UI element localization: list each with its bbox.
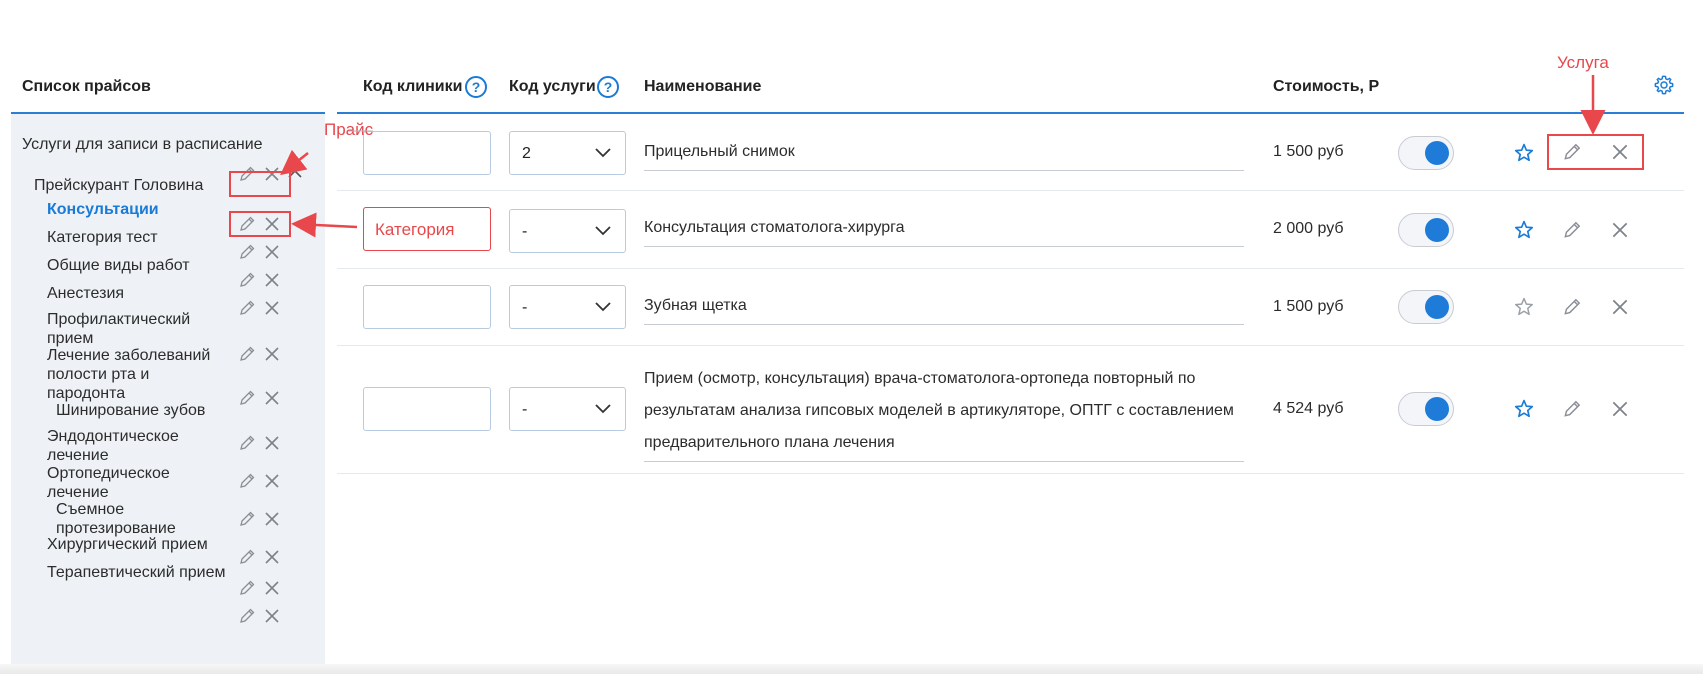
close-icon[interactable] [263, 243, 281, 261]
chevron-down-icon [595, 404, 611, 414]
pencil-icon[interactable] [238, 389, 256, 407]
close-icon[interactable] [1610, 399, 1630, 419]
pricelist-panel-header: Список прайсов [11, 68, 325, 114]
category-item[interactable]: Общие виды работ [47, 256, 190, 275]
toggle-knob [1425, 141, 1449, 165]
pencil-icon[interactable] [1562, 297, 1582, 317]
service-name-field[interactable]: Консультация стоматолога-хирурга [644, 212, 1244, 247]
pencil-icon[interactable] [238, 472, 256, 490]
name-header: Наименование [644, 78, 762, 95]
service-name-field[interactable]: Зубная щетка [644, 290, 1244, 325]
toggle-knob [1425, 295, 1449, 319]
service-code-value: - [522, 223, 528, 240]
service-enabled-toggle[interactable] [1398, 290, 1454, 324]
group-title[interactable]: Услуги для записи в расписание [22, 136, 263, 154]
pricelist-panel-title: Список прайсов [22, 78, 151, 95]
price-header: Стоимость, Р [1273, 78, 1380, 95]
toggle-knob [1425, 397, 1449, 421]
service-code-select[interactable]: - [509, 209, 626, 253]
category-item[interactable]: Лечение заболеваний полости рта и пародо… [47, 346, 222, 403]
clinic-code-input[interactable] [363, 387, 491, 431]
help-circle-icon[interactable]: ? [465, 76, 487, 98]
service-enabled-toggle[interactable] [1398, 213, 1454, 247]
clinic-code-input[interactable] [363, 285, 491, 329]
category-item[interactable]: Эндодонтическое лечение [47, 427, 222, 465]
pencil-icon[interactable] [238, 345, 256, 363]
pricelist-item[interactable]: Прейскурант Головина [34, 177, 203, 195]
category-item[interactable]: Съемное протезирование [56, 500, 222, 538]
pencil-icon[interactable] [238, 271, 256, 289]
close-icon[interactable] [1610, 297, 1630, 317]
pencil-icon[interactable] [238, 510, 256, 528]
pencil-icon[interactable] [238, 299, 256, 317]
star-icon[interactable] [1513, 219, 1535, 241]
bottom-edge [0, 664, 1703, 674]
category-item[interactable]: Терапевтический прием [47, 563, 226, 582]
close-icon[interactable] [263, 510, 281, 528]
close-icon[interactable] [263, 271, 281, 289]
category-item[interactable]: Шинирование зубов [56, 401, 205, 420]
service-name-field[interactable]: Прицельный снимок [644, 136, 1244, 171]
service-annotation-label: Услуга [1557, 53, 1609, 72]
table-row: - Консультация стоматолога-хирурга 2 000… [337, 192, 1684, 269]
pencil-icon[interactable] [238, 434, 256, 452]
category-item[interactable]: Ортопедическое лечение [47, 464, 222, 502]
service-code-value: - [522, 299, 528, 316]
pencil-icon[interactable] [1562, 399, 1582, 419]
pencil-icon[interactable] [238, 548, 256, 566]
star-icon[interactable] [1513, 142, 1535, 164]
pencil-icon[interactable] [238, 243, 256, 261]
close-icon[interactable] [263, 607, 281, 625]
service-price: 2 000 руб [1273, 220, 1344, 237]
service-name-field[interactable]: Прием (осмотр, консультация) врача-стома… [644, 363, 1244, 462]
price-annotation-label: Прайс [324, 120, 374, 139]
service-enabled-toggle[interactable] [1398, 136, 1454, 170]
service-price: 1 500 руб [1273, 143, 1344, 160]
help-circle-icon[interactable]: ? [597, 76, 619, 98]
close-icon[interactable] [263, 579, 281, 597]
service-code-select[interactable]: - [509, 285, 626, 329]
pricelist-actions-highlight [229, 171, 291, 197]
service-price: 4 524 руб [1273, 400, 1344, 417]
service-code-value: - [522, 401, 528, 418]
category-annotation-box [363, 207, 491, 251]
category-item[interactable]: Профилактический прием [47, 310, 222, 348]
category-actions-highlight [229, 211, 291, 237]
chevron-down-icon [595, 302, 611, 312]
pencil-icon[interactable] [238, 607, 256, 625]
clinic-code-input[interactable] [363, 131, 491, 175]
service-code-select[interactable]: - [509, 387, 626, 431]
service-actions-highlight [1547, 134, 1644, 170]
close-icon[interactable] [263, 548, 281, 566]
toggle-knob [1425, 218, 1449, 242]
close-icon[interactable] [263, 345, 281, 363]
service-price: 1 500 руб [1273, 298, 1344, 315]
service-code-header: Код услуги [509, 78, 596, 95]
service-code-select[interactable]: 2 [509, 131, 626, 175]
category-item[interactable]: Хирургический прием [47, 535, 208, 554]
table-row: - Прием (осмотр, консультация) врача-сто… [337, 347, 1684, 474]
category-item[interactable]: Категория тест [47, 228, 158, 247]
chevron-down-icon [595, 226, 611, 236]
chevron-down-icon [595, 148, 611, 158]
services-table-header: Код клиники ? Код услуги ? Наименование … [337, 68, 1684, 114]
service-code-value: 2 [522, 145, 531, 162]
gear-icon[interactable] [1653, 74, 1675, 96]
close-icon[interactable] [263, 434, 281, 452]
close-icon[interactable] [263, 472, 281, 490]
close-icon[interactable] [263, 389, 281, 407]
star-icon[interactable] [1513, 296, 1535, 318]
star-icon[interactable] [1513, 398, 1535, 420]
category-item[interactable]: Консультации [47, 200, 159, 219]
pencil-icon[interactable] [238, 579, 256, 597]
service-enabled-toggle[interactable] [1398, 392, 1454, 426]
category-item[interactable]: Анестезия [47, 284, 124, 303]
table-row: 2 Прицельный снимок 1 500 руб [337, 116, 1684, 191]
table-row: - Зубная щетка 1 500 руб [337, 270, 1684, 346]
clinic-code-header: Код клиники [363, 78, 463, 95]
pencil-icon[interactable] [1562, 220, 1582, 240]
close-icon[interactable] [263, 299, 281, 317]
close-icon[interactable] [1610, 220, 1630, 240]
